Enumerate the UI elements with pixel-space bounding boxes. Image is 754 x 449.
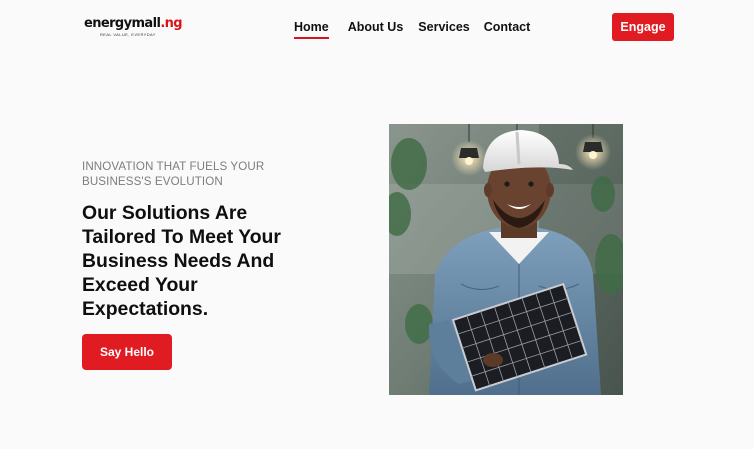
say-hello-button[interactable]: Say Hello (82, 334, 172, 370)
logo-tld: .ng (160, 16, 183, 31)
nav-contact[interactable]: Contact (484, 19, 531, 35)
nav-about-us[interactable]: About Us (348, 19, 404, 35)
hero-image (389, 124, 623, 395)
nav-home[interactable]: Home (294, 19, 329, 39)
brand-logo[interactable]: energymall.ng REAL VALUE, EVERYDAY (84, 16, 183, 40)
nav-services[interactable]: Services (418, 19, 469, 35)
logo-tagline: REAL VALUE, EVERYDAY (100, 32, 156, 37)
logo-wordmark: energymall.ng (84, 16, 183, 32)
hero-eyebrow: INNOVATION THAT FUELS YOUR BUSINESS'S EV… (82, 160, 265, 188)
main-nav: Home About Us Services Contact (294, 19, 531, 39)
hero-headline: Our Solutions Are Tailored To Meet Your … (82, 202, 281, 320)
logo-main-text: energymall (84, 16, 161, 31)
engage-button[interactable]: Engage (612, 13, 674, 41)
